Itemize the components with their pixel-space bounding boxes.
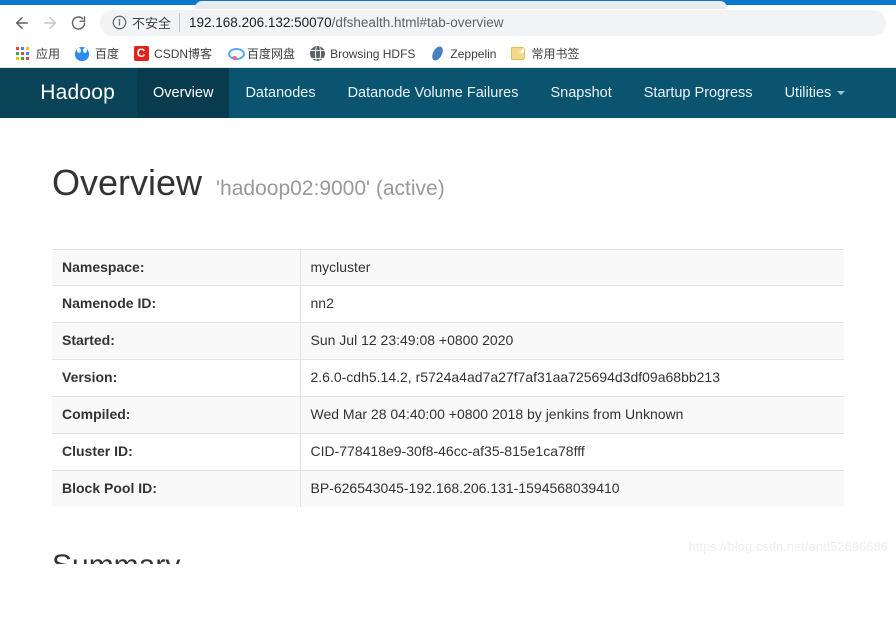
browser-active-tab[interactable] [195, 1, 727, 9]
browser-toolbar: 不安全 192.168.206.132:50070/dfshealth.html… [0, 5, 896, 40]
page-content: Overview 'hadoop02:9000' (active) Namesp… [0, 118, 896, 564]
row-label: Block Pool ID: [52, 470, 301, 507]
nav-tab-datanode-volume-failures[interactable]: Datanode Volume Failures [332, 68, 535, 118]
nav-tab-label: Datanodes [245, 85, 316, 101]
nav-tab-label: Startup Progress [643, 85, 753, 101]
bookmarks-bar: 应用 百度 C CSDN博客 百度网盘 Browsing HDFS Zeppel… [0, 40, 896, 68]
bookmark-zeppelin[interactable]: Zeppelin [422, 43, 503, 65]
bookmark-csdn-blog[interactable]: C CSDN博客 [126, 43, 219, 65]
bookmark-baidu[interactable]: 百度 [67, 43, 126, 65]
nav-tab-label: Utilities [784, 85, 832, 101]
baidu-pan-icon [226, 46, 245, 62]
row-label: Compiled: [52, 396, 301, 434]
nav-tab-label: Datanode Volume Failures [347, 85, 519, 101]
table-row: Block Pool ID: BP-626543045-192.168.206.… [52, 470, 844, 507]
page-title-subtitle: 'hadoop02:9000' (active) [216, 177, 445, 200]
url-host: 192.168.206.132:50070 [189, 15, 332, 30]
nav-tab-snapshot[interactable]: Snapshot [534, 68, 627, 118]
browser-tab-strip [0, 0, 896, 9]
row-label: Version: [52, 359, 301, 397]
row-value: Sun Jul 12 23:49:08 +0800 2020 [310, 332, 514, 349]
nav-tab-overview[interactable]: Overview [137, 68, 230, 118]
bookmark-label: Browsing HDFS [330, 46, 416, 61]
table-row: Version: 2.6.0-cdh5.14.2, r5724a4ad7a27f… [52, 359, 844, 397]
forward-arrow-icon [36, 9, 64, 37]
nav-tab-label: Overview [153, 85, 214, 101]
bookmark-label: Zeppelin [450, 46, 497, 61]
security-status-label: 不安全 [132, 13, 181, 32]
bookmark-folder-common[interactable]: 常用书签 [503, 43, 586, 65]
bookmark-label: 常用书签 [531, 46, 580, 61]
info-circle-icon[interactable] [112, 15, 127, 30]
bookmark-baidu-pan[interactable]: 百度网盘 [219, 43, 302, 65]
row-label: Namespace: [52, 249, 301, 286]
reload-icon[interactable] [64, 9, 92, 37]
row-label: Namenode ID: [52, 285, 301, 323]
nav-tab-startup-progress[interactable]: Startup Progress [628, 68, 769, 118]
table-row: Namenode ID: nn2 [52, 285, 844, 323]
nav-tab-utilities[interactable]: Utilities [769, 68, 862, 118]
table-row: Started: Sun Jul 12 23:49:08 +0800 2020 [52, 322, 844, 360]
bookmark-browsing-hdfs[interactable]: Browsing HDFS [302, 43, 422, 65]
apps-grid-icon [15, 46, 31, 62]
row-label: Cluster ID: [52, 433, 301, 471]
row-value: BP-626543045-192.168.206.131-15945680394… [310, 479, 620, 496]
bookmark-label: 百度网盘 [247, 46, 296, 61]
zeppelin-icon [429, 46, 445, 62]
row-value: nn2 [310, 295, 334, 312]
baidu-icon [74, 46, 90, 62]
row-value: CID-778418e9-30f8-46cc-af35-815e1ca78fff [310, 442, 585, 459]
bookmark-label: CSDN博客 [154, 46, 213, 61]
summary-heading: Summary [52, 549, 844, 564]
globe-icon [309, 46, 325, 62]
csdn-icon: C [133, 46, 149, 62]
url-text[interactable]: 192.168.206.132:50070/dfshealth.html#tab… [180, 15, 503, 30]
row-value: mycluster [310, 258, 371, 275]
url-path: /dfshealth.html#tab-overview [331, 15, 504, 30]
folder-icon [510, 46, 526, 62]
table-row: Namespace: mycluster [52, 249, 844, 286]
row-value: Wed Mar 28 04:40:00 +0800 2018 by jenkin… [310, 406, 684, 423]
overview-table: Namespace: mycluster Namenode ID: nn2 St… [52, 249, 844, 507]
bookmark-apps[interactable]: 应用 [8, 43, 67, 65]
page-title-text: Overview [52, 162, 203, 203]
page-title: Overview 'hadoop02:9000' (active) [52, 163, 844, 203]
nav-tab-datanodes[interactable]: Datanodes [229, 68, 331, 118]
nav-tab-label: Snapshot [550, 85, 612, 101]
back-arrow-icon[interactable] [8, 9, 36, 37]
hadoop-brand[interactable]: Hadoop [0, 68, 137, 118]
row-label: Started: [52, 322, 301, 360]
address-bar[interactable]: 不安全 192.168.206.132:50070/dfshealth.html… [100, 9, 886, 36]
table-row: Compiled: Wed Mar 28 04:40:00 +0800 2018… [52, 396, 844, 434]
bookmark-label: 百度 [95, 46, 120, 61]
row-value: 2.6.0-cdh5.14.2, r5724a4ad7a27f7af31aa72… [310, 369, 721, 386]
chevron-down-icon [837, 91, 846, 95]
csdn-icon-glyph: C [133, 46, 149, 61]
hadoop-navbar: Hadoop Overview Datanodes Datanode Volum… [0, 68, 896, 118]
table-row: Cluster ID: CID-778418e9-30f8-46cc-af35-… [52, 433, 844, 471]
bookmark-label: 应用 [36, 46, 61, 61]
